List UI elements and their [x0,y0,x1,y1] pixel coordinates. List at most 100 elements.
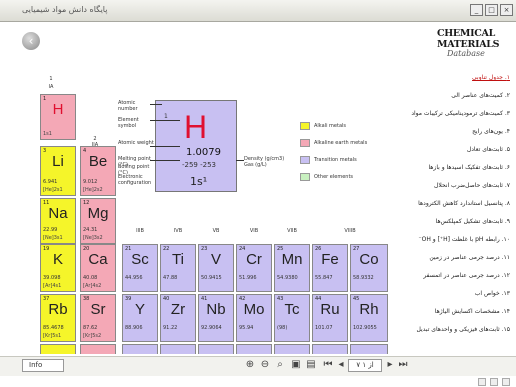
menu-item[interactable]: ۹. ثابت‌های تشکیل کمپلکس‌ها [402,218,510,225]
element-cell[interactable]: 26 Fe 55.847 [312,244,348,292]
element-cell[interactable] [160,344,196,354]
element-symbol: Be [88,153,108,170]
element-symbol: Mn [281,251,303,268]
maximize-button[interactable]: □ [485,4,498,16]
element-cell[interactable]: 38 Sr 87.62 [Kr]5s2 [80,294,116,342]
legend-item: Alkali metals [300,121,390,131]
element-cell[interactable] [198,344,234,354]
element-cell[interactable]: 42 Mo 95.94 [236,294,272,342]
element-mass: 6.941 [43,179,58,185]
menu-item[interactable]: ۶. ثابت‌های تفکیک اسیدها و بازها [402,164,510,171]
element-cell[interactable]: 24 Cr 51.996 [236,244,272,292]
legend-item: Transition metals [300,155,390,165]
element-config: [He]2s2 [83,187,103,193]
element-mass: (98) [277,325,288,331]
legend-item: Alkaline earth metals [300,138,390,148]
element-symbol: Mg [87,205,109,222]
resize-handle-icon[interactable] [490,378,498,386]
menu-item[interactable]: ۲. کمیت‌های عناصر آلی [402,92,510,99]
menu-item[interactable]: ۳. کمیت‌های ترمودینامیکی ترکیبات مواد [402,110,510,117]
element-symbol: Y [134,301,145,318]
menu-item[interactable]: ۱۰. رابطه pH با غلظت [H⁺] و OH⁻ [402,236,510,243]
element-cell[interactable] [350,344,388,354]
element-cell[interactable] [274,344,310,354]
element-cell[interactable]: 44 Ru 101.07 [312,294,348,342]
element-symbol: Co [359,251,379,268]
element-symbol: Rb [48,301,68,318]
element-mass: 92.9064 [201,325,222,331]
menu-item[interactable]: ۱۴. مشخصات اکسایش آلیاژها [402,308,510,315]
minimize-button[interactable]: _ [470,4,483,16]
first-page-icon[interactable]: ⏮ [322,358,334,371]
element-cell[interactable]: 45 Rh 102.9055 [350,294,388,342]
element-symbol: Li [52,153,64,170]
close-button[interactable]: × [500,4,513,16]
menu-item[interactable]: ۸. پتانسیل استاندارد کاهش الکترودها [402,200,510,207]
element-cell[interactable] [312,344,348,354]
element-cell[interactable]: 12 Mg 24.31 [Ne]3s2 [80,198,116,244]
zoom-in-icon[interactable]: ⊕ [244,358,256,371]
group-header-transition: VIB [249,228,259,234]
element-symbol: Sr [90,301,106,318]
element-cell[interactable]: 4 Be 9.012 [He]2s2 [80,146,116,196]
logo-main-text: CHEMICAL MATERIALS [437,28,500,50]
element-cell[interactable] [122,344,158,354]
menu-item[interactable]: ۱۲. درصد جرمی عناصر در اتمسفر [402,272,510,279]
element-mass: 47.88 [163,275,178,281]
element-mass: 9.012 [83,179,98,185]
fit-width-icon[interactable]: ▤ [305,358,317,371]
back-button[interactable]: ‹ [22,32,40,50]
prev-page-icon[interactable]: ◂ [335,358,347,371]
app-logo: CHEMICAL MATERIALS Database [437,28,513,58]
element-cell[interactable]: 21 Sc 44.956 [122,244,158,292]
info-button[interactable]: Info [22,359,64,372]
element-mass: 95.94 [239,325,254,331]
element-cell[interactable]: 39 Y 88.906 [122,294,158,342]
element-cell[interactable]: 1 H 1s1 [40,94,76,140]
element-mass: 88.906 [125,325,143,331]
element-mass: 24.31 [83,227,98,233]
group-header-transition: VIIIB [344,228,356,234]
element-symbol: Ca [88,251,108,268]
element-mass: 101.07 [315,325,333,331]
fit-page-icon[interactable]: ▣ [290,358,302,371]
menu-item[interactable]: ۱۱. درصد جرمی عناصر در زمین [402,254,510,261]
element-cell[interactable] [236,344,272,354]
next-page-icon[interactable]: ▸ [384,358,396,371]
element-cell[interactable] [40,344,76,354]
element-config: 1s1 [43,131,52,137]
legend-label: Alkaline earth metals [314,140,368,146]
menu-item-periodic-table[interactable]: ۱. جدول تناوبی [402,74,510,81]
zoom-out-icon[interactable]: ⊖ [259,358,271,371]
element-symbol: H [52,101,64,118]
page-indicator[interactable]: ۷ از ۱ [348,359,382,372]
element-cell[interactable]: 20 Ca 40.08 [Ar]4s2 [80,244,116,292]
element-cell[interactable] [80,344,116,354]
element-cell[interactable]: 11 Na 22.99 [Ne]3s1 [40,198,76,244]
key-element-symbol: H [184,109,208,145]
menu-item[interactable]: ۵. ثابت‌های تعادل [402,146,510,153]
resize-handle-icon[interactable] [502,378,510,386]
element-cell[interactable]: 27 Co 58.9332 [350,244,388,292]
group-header-transition: IVB [173,228,183,234]
menu-item[interactable]: ۷. ثابت‌های حاصل‌ضرب انحلال [402,182,510,189]
element-cell[interactable]: 43 Tc (98) [274,294,310,342]
element-symbol: Nb [206,301,226,318]
element-cell[interactable]: 22 Ti 47.88 [160,244,196,292]
element-cell[interactable]: 41 Nb 92.9064 [198,294,234,342]
search-icon[interactable]: ⌕ [274,358,286,371]
element-cell[interactable]: 3 Li 6.941 [He]2s1 [40,146,76,196]
element-symbol: Ru [320,301,340,318]
element-symbol: Na [48,205,68,222]
element-mass: 50.9415 [201,275,222,281]
menu-item[interactable]: ۱۳. خواص آب [402,290,510,297]
element-cell[interactable]: 40 Zr 91.22 [160,294,196,342]
element-cell[interactable]: 23 V 50.9415 [198,244,234,292]
element-cell[interactable]: 25 Mn 54.9380 [274,244,310,292]
resize-handle-icon[interactable] [478,378,486,386]
element-cell[interactable]: 37 Rb 85.4678 [Kr]5s1 [40,294,76,342]
menu-item[interactable]: ۱۵. ثابت‌های فیزیکی و واحدهای تبدیل [402,326,510,333]
last-page-icon[interactable]: ⏭ [397,358,409,371]
menu-item[interactable]: ۴. یون‌های رایج [402,128,510,135]
element-cell[interactable]: 19 K 39.098 [Ar]4s1 [40,244,76,292]
